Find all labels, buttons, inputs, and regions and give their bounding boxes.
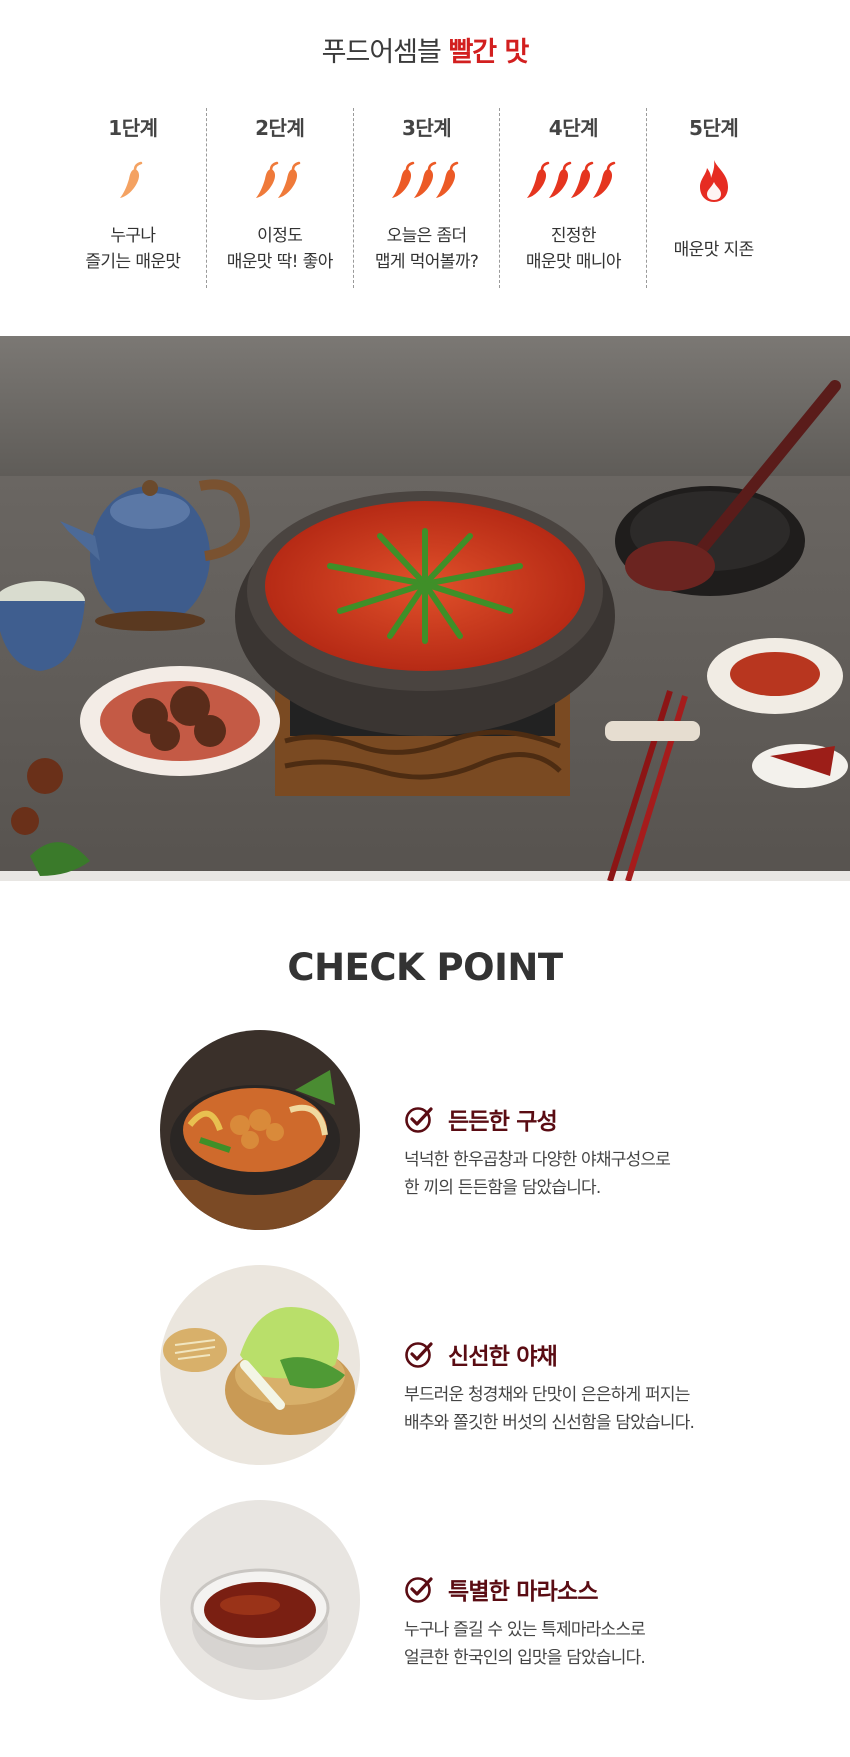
level-description: 진정한 매운맛 매니아 xyxy=(525,226,622,272)
level-description: 오늘은 좀더 맵게 먹어볼까? xyxy=(374,226,479,272)
pepper-icons xyxy=(354,151,500,211)
level-description: 이정도 매운맛 딱! 좋아 xyxy=(226,226,334,272)
check-point-heading: 신선한 야채 xyxy=(404,1337,804,1371)
checkmark-circle-icon xyxy=(405,1342,433,1368)
chili-pepper-icon xyxy=(593,161,616,198)
fire-icon xyxy=(699,160,728,202)
chili-pepper-icon xyxy=(435,161,458,198)
spice-level-3: 3단계 오늘은 좀더 맵게 먹어볼까? xyxy=(352,108,500,288)
level-description: 매운맛 지존 xyxy=(673,240,755,260)
check-point-item: 든든한 구성 넉넉한 한우곱창과 다양한 야채구성으로 한 끼의 든든함을 담았습… xyxy=(160,1030,800,1230)
level-label: 2단계 xyxy=(255,116,305,140)
check-point-heading: 든든한 구성 xyxy=(404,1102,804,1136)
fresh-vegetables-photo xyxy=(160,1265,360,1465)
check-point-description: 부드러운 청경채와 단맛이 은은하게 퍼지는 배추와 쫄깃한 버섯의 신선함을 담… xyxy=(404,1385,695,1433)
fire-icon-wrap xyxy=(647,151,780,211)
spice-level-2: 2단계 이정도 매운맛 딱! 좋아 xyxy=(205,108,353,288)
spice-level-title: 푸드어셈블 빨간 맛 xyxy=(0,30,850,69)
check-point-item: 특별한 마라소스 누구나 즐길 수 있는 특제마라소스로 얼큰한 한국인의 입맛을… xyxy=(160,1500,800,1700)
check-point-description: 누구나 즐길 수 있는 특제마라소스로 얼큰한 한국인의 입맛을 담았습니다. xyxy=(404,1620,646,1668)
level-description: 누구나 즐기는 매운맛 xyxy=(85,226,181,272)
check-point-text: 신선한 야채 부드러운 청경채와 단맛이 은은하게 퍼지는 배추와 쫄깃한 버섯의… xyxy=(404,1337,804,1437)
gopchang-hotpot-photo xyxy=(0,336,850,881)
check-point-title-text: 신선한 야채 xyxy=(448,1344,558,1370)
hero-food-photo xyxy=(0,336,850,881)
check-point-title-text: 든든한 구성 xyxy=(448,1109,558,1135)
check-point-description: 넉넉한 한우곱창과 다양한 야채구성으로 한 끼의 든든함을 담았습니다. xyxy=(404,1150,671,1198)
checkmark-circle-icon xyxy=(405,1107,433,1133)
pepper-icons xyxy=(500,151,646,211)
chili-pepper-icon xyxy=(119,161,143,198)
spice-level-scale: 1단계 누구나 즐기는 매운맛 2단계 이정도 매운맛 딱! 좋아 3단계 오늘은 … xyxy=(60,108,780,288)
product-composition-photo xyxy=(160,1030,360,1230)
level-label: 3단계 xyxy=(401,116,452,140)
checkmark-circle-icon xyxy=(405,1577,433,1603)
check-point-text: 특별한 마라소스 누구나 즐길 수 있는 특제마라소스로 얼큰한 한국인의 입맛을… xyxy=(404,1572,804,1672)
spice-level-4: 4단계 진정한 매운맛 매니아 xyxy=(499,108,646,288)
spice-level-1: 1단계 누구나 즐기는 매운맛 xyxy=(60,108,206,288)
check-point-title-text: 특별한 마라소스 xyxy=(448,1579,599,1605)
flavor-name: 빨간 맛 xyxy=(448,37,529,68)
level-label: 4단계 xyxy=(548,116,599,140)
check-point-title: CHECK POINT xyxy=(287,946,563,989)
chili-pepper-icon xyxy=(277,161,300,198)
mala-sauce-photo xyxy=(160,1500,360,1700)
check-point-item: 신선한 야채 부드러운 청경채와 단맛이 은은하게 퍼지는 배추와 쫄깃한 버섯의… xyxy=(160,1265,800,1465)
check-point-heading: 특별한 마라소스 xyxy=(404,1572,804,1606)
pepper-icons xyxy=(207,151,353,211)
pepper-icons xyxy=(60,151,206,211)
spice-level-5: 5단계 매운맛 지존 xyxy=(646,108,780,288)
brand-name: 푸드어셈블 xyxy=(321,37,442,68)
check-point-text: 든든한 구성 넉넉한 한우곱창과 다양한 야채구성으로 한 끼의 든든함을 담았습… xyxy=(404,1102,804,1202)
level-label: 5단계 xyxy=(689,116,739,140)
level-label: 1단계 xyxy=(108,116,158,140)
